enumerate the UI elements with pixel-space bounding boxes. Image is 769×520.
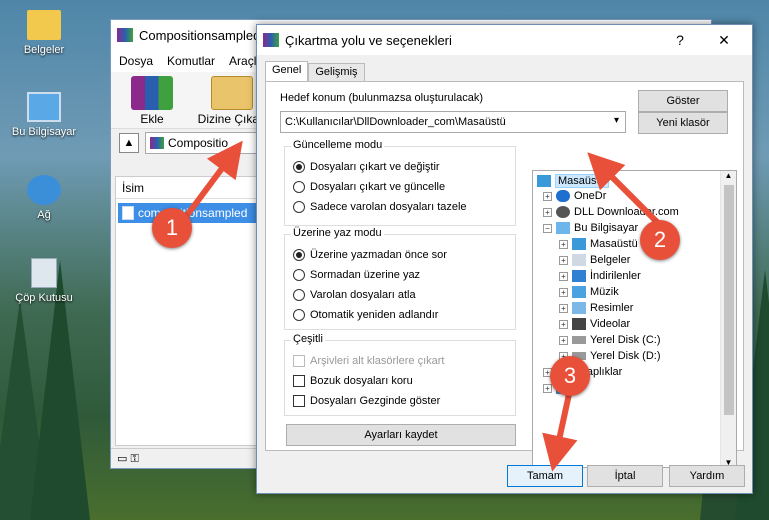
step-badge-2: 2 [640,220,680,260]
radio-ask-before-overwrite[interactable]: Üzerine yazmadan önce sor [293,249,447,261]
chevron-down-icon[interactable]: ▾ [614,115,619,126]
radio-extract-replace[interactable]: Dosyaları çıkart ve değiştir [293,161,440,173]
checkbox-extract-subfolders[interactable]: Arşivleri alt klasörlere çıkart [293,355,444,367]
tab-advanced[interactable]: Gelişmiş [308,63,365,81]
drive-key-icon: ▭ ⚿ [117,452,139,465]
tree-node-desktop-sub[interactable]: + Masaüstü [559,238,638,250]
radio-auto-rename[interactable]: Otomatik yeniden adlandır [293,309,438,321]
radio-overwrite-without-prompt[interactable]: Sormadan üzerine yaz [293,269,420,281]
checkbox-keep-broken[interactable]: Bozuk dosyaları koru [293,375,413,387]
destination-label: Hedef konum (bulunmazsa oluşturulacak) [280,92,483,104]
desktop-icon [537,175,551,187]
tree-node-documents[interactable]: + Belgeler [559,254,630,266]
overwrite-mode-group: Üzerine yaz modu Üzerine yazmadan önce s… [284,227,516,330]
menu-commands[interactable]: Komutlar [167,54,215,68]
picture-icon [572,302,586,314]
add-button[interactable]: Ekle [121,76,183,126]
user-icon [556,206,570,218]
folder-icon [27,10,61,40]
computer-icon [27,92,61,122]
dialog-tabs: Genel Gelişmiş [257,61,752,81]
computer-icon [556,222,570,234]
step-badge-1: 1 [152,208,192,248]
tab-general[interactable]: Genel [265,61,309,81]
tree-node-desktop[interactable]: Masaüstü [537,174,609,188]
recycle-bin-icon [31,258,57,288]
network-icon [27,175,61,205]
tree-node-pictures[interactable]: + Resimler [559,302,633,314]
desktop-icon-documents[interactable]: Belgeler [6,10,82,56]
download-icon [572,270,586,282]
general-panel: Hedef konum (bulunmazsa oluşturulacak) C… [265,81,744,468]
help-icon[interactable]: ? [660,25,700,55]
radio-skip-existing[interactable]: Varolan dosyaları atla [293,289,416,301]
group-title: Çeşitli [291,333,325,345]
misc-group: Çeşitli Arşivleri alt klasörlere çıkart … [284,333,516,416]
drive-icon [572,336,586,344]
expand-icon[interactable]: + [543,207,552,217]
archive-path[interactable]: Compositio [145,131,265,154]
tree-scrollbar[interactable]: ▲ ▼ [720,171,736,467]
folder-tree[interactable]: Masaüstü + OneDr + DLL Downloader.com − … [532,170,737,468]
desktop-icon [572,238,586,250]
close-icon[interactable]: ✕ [704,25,744,55]
tree-node-videos[interactable]: + Videolar [559,318,630,330]
cloud-icon [556,190,570,202]
archive-icon [150,136,164,149]
tree-node-dll-downloader[interactable]: + DLL Downloader.com [543,206,679,218]
dialog-titlebar: Çıkartma yolu ve seçenekleri ? ✕ [257,25,752,55]
new-folder-button[interactable]: Yeni klasör [638,112,728,134]
cancel-button[interactable]: İptal [587,465,663,487]
step-badge-3: 3 [550,356,590,396]
video-icon [572,318,586,330]
winrar-icon [263,33,279,47]
help-button[interactable]: Yardım [669,465,745,487]
file-icon [122,206,134,220]
scroll-up-icon[interactable]: ▲ [721,171,736,180]
ok-button[interactable]: Tamam [507,465,583,487]
save-settings-button[interactable]: Ayarları kaydet [286,424,516,446]
column-name-header[interactable]: İsim [116,177,262,199]
tree-node-drive-c[interactable]: + Yerel Disk (C:) [559,334,661,346]
tree-node-this-pc[interactable]: − Bu Bilgisayar [543,222,638,234]
radio-freshen-existing[interactable]: Sadece varolan dosyaları tazele [293,201,467,213]
group-title: Güncelleme modu [291,139,385,151]
up-folder-button[interactable]: ▲ [119,132,139,153]
desktop-icon-recycle-bin[interactable]: Çöp Kutusu [6,258,82,304]
update-mode-group: Güncelleme modu Dosyaları çıkart ve deği… [284,139,516,226]
winrar-icon [117,28,133,42]
group-title: Üzerine yaz modu [291,227,384,239]
extraction-dialog: Çıkartma yolu ve seçenekleri ? ✕ Genel G… [256,24,753,494]
document-icon [572,254,586,266]
tree-node-onedrive[interactable]: + OneDr [543,190,606,202]
desktop-icon-this-pc[interactable]: Bu Bilgisayar [6,92,82,138]
radio-extract-update[interactable]: Dosyaları çıkart ve güncelle [293,181,445,193]
show-button[interactable]: Göster [638,90,728,112]
tree-node-music[interactable]: + Müzik [559,286,619,298]
desktop-icon-network[interactable]: Ağ [6,175,82,221]
music-icon [572,286,586,298]
tree-node-downloads[interactable]: + İndirilenler [559,270,641,282]
menu-file[interactable]: Dosya [119,54,153,68]
add-archive-icon [131,76,173,110]
collapse-icon[interactable]: − [543,223,552,233]
expand-icon[interactable]: + [543,191,552,201]
dialog-title: Çıkartma yolu ve seçenekleri [285,32,452,48]
winrar-title: Compositionsampled [139,27,261,43]
scroll-thumb[interactable] [724,185,734,415]
extract-folder-icon [211,76,253,110]
checkbox-show-in-explorer[interactable]: Dosyaları Gezginde göster [293,395,440,407]
destination-path-input[interactable]: C:\Kullanıcılar\DllDownloader_com\Masaüs… [280,111,626,133]
